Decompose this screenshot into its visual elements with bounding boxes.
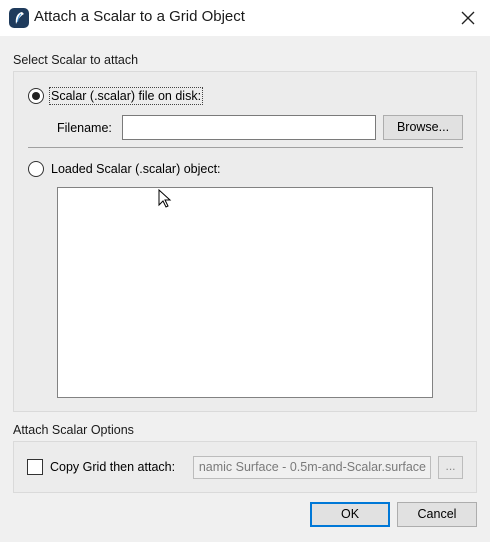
radio-scalar-file-label[interactable]: Scalar (.scalar) file on disk: (48, 87, 204, 105)
window-title: Attach a Scalar to a Grid Object (34, 8, 245, 25)
app-logo-icon (9, 8, 29, 28)
loaded-objects-list[interactable] (57, 187, 433, 398)
copy-grid-checkbox[interactable] (27, 459, 43, 475)
filename-label: Filename: (57, 121, 112, 135)
browse-button[interactable]: Browse... (383, 115, 463, 140)
mouse-cursor-icon (158, 189, 172, 208)
close-icon (461, 11, 475, 25)
copy-grid-browse-button: ... (438, 456, 463, 479)
copy-grid-label[interactable]: Copy Grid then attach: (50, 460, 175, 474)
ok-button[interactable]: OK (310, 502, 390, 527)
attach-options-group-label: Attach Scalar Options (13, 423, 134, 437)
radio-scalar-file[interactable] (28, 88, 44, 104)
title-bar: Attach a Scalar to a Grid Object (0, 0, 490, 36)
separator (28, 147, 463, 148)
radio-loaded-object-label[interactable]: Loaded Scalar (.scalar) object: (51, 162, 221, 176)
radio-loaded-object[interactable] (28, 161, 44, 177)
select-scalar-group-label: Select Scalar to attach (13, 53, 139, 67)
copy-grid-target-field: namic Surface - 0.5m-and-Scalar.surface (193, 456, 431, 479)
copy-grid-target-value: namic Surface - 0.5m-and-Scalar.surface (198, 460, 426, 474)
close-button[interactable] (446, 0, 490, 36)
filename-input[interactable] (122, 115, 376, 140)
cancel-button[interactable]: Cancel (397, 502, 477, 527)
